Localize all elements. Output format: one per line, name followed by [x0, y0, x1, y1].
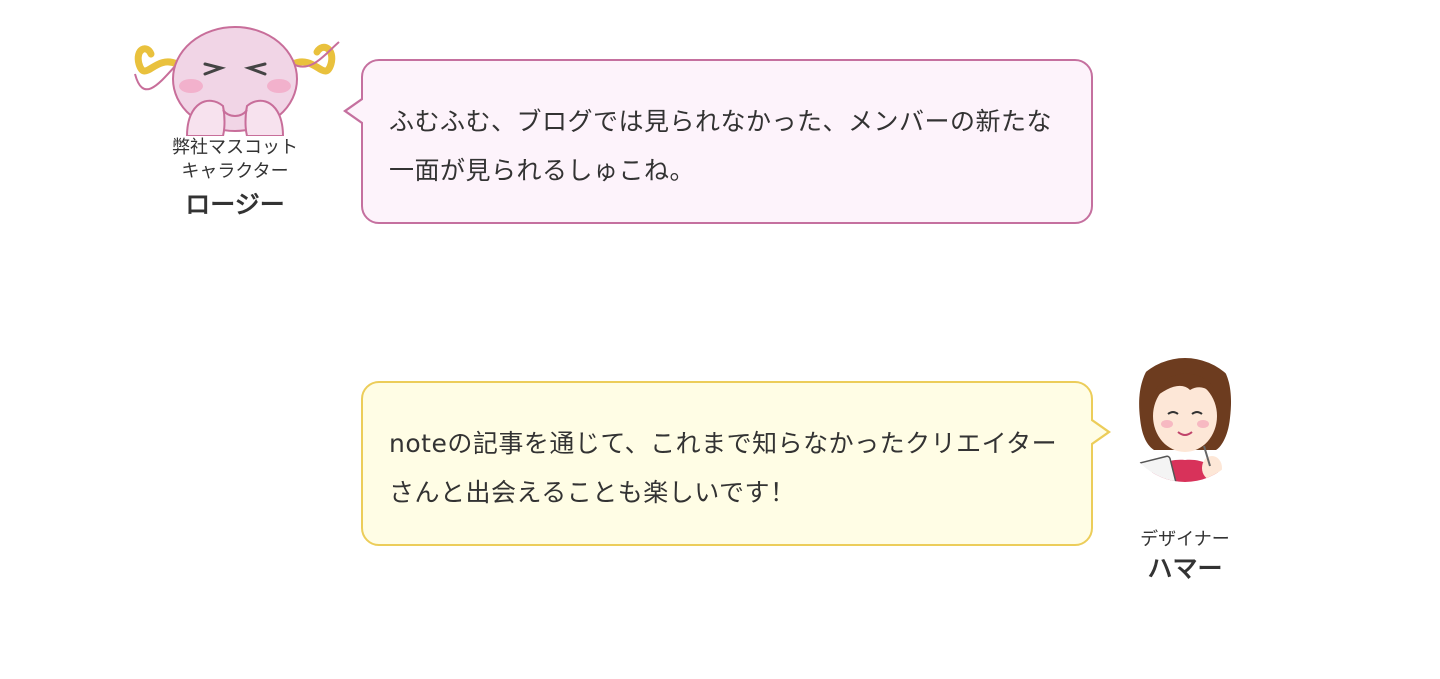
- bubble-tail-fill: [1090, 420, 1107, 444]
- speaker-role: デザイナー: [1140, 529, 1230, 550]
- pink-axolotl-mascot-icon: [134, 26, 340, 136]
- speech-bubble: noteの記事を通じて、これまで知らなかったクリエイターさんと出会えることも楽し…: [361, 381, 1093, 546]
- speaker-role: 弊社マスコット キャラクター: [172, 137, 298, 182]
- bubble-tail-fill: [347, 99, 364, 123]
- speaker-name: ハマー: [1147, 554, 1223, 583]
- speech-bubble: ふむふむ、ブログでは見られなかった、メンバーの新たな一面が見られるしゅこね。: [361, 59, 1093, 224]
- speaker-name: ロージー: [185, 190, 285, 219]
- speaker-block-2: デザイナー ハマー: [1110, 338, 1260, 586]
- speaker-block-1: 弊社マスコット キャラクター ロージー: [120, 24, 350, 222]
- woman-with-tablet-icon: [1123, 358, 1247, 482]
